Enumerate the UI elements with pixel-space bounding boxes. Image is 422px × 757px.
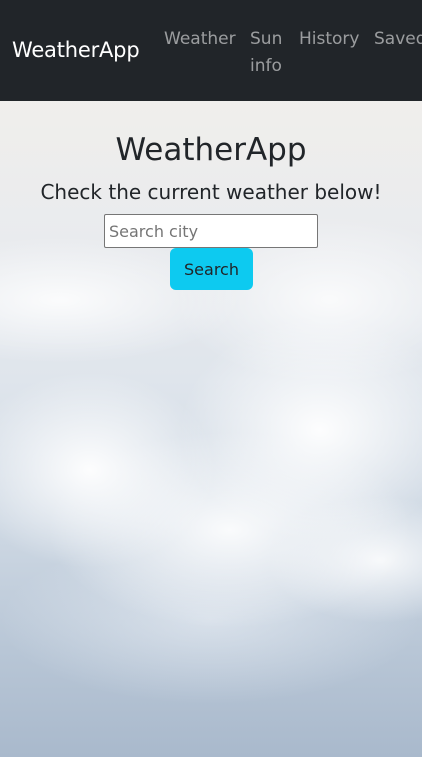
cloud-background	[0, 0, 422, 757]
page-subtitle: Check the current weather below!	[40, 180, 382, 204]
search-button[interactable]: Search	[170, 248, 253, 290]
navbar: WeatherApp Weather Sun info History Save…	[0, 0, 422, 101]
nav-link-sun-info[interactable]: Sun info	[250, 26, 290, 80]
nav-link-weather[interactable]: Weather	[164, 26, 236, 53]
search-city-input[interactable]	[104, 214, 318, 248]
page-title: WeatherApp	[115, 132, 307, 168]
navbar-brand[interactable]: WeatherApp	[12, 38, 140, 62]
nav-link-saved[interactable]: Saved	[374, 26, 422, 53]
nav-link-history[interactable]: History	[299, 26, 359, 53]
